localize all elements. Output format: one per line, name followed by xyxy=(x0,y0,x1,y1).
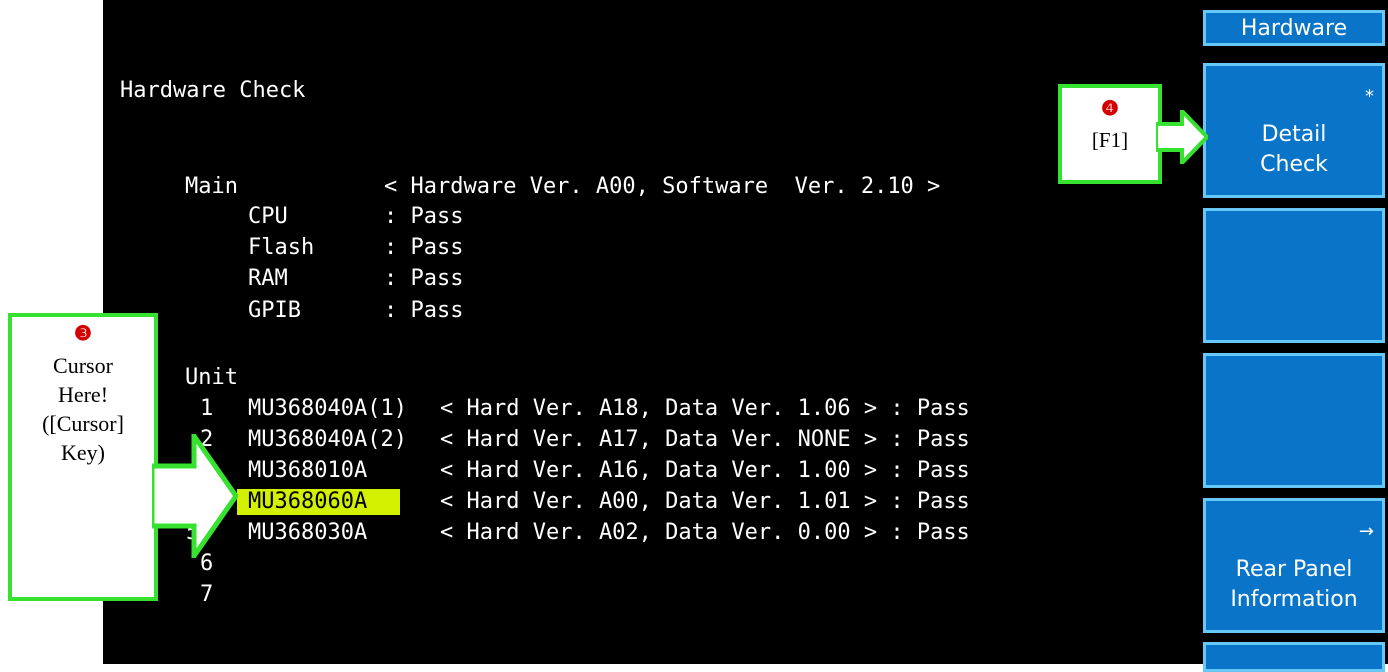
softkey-f2[interactable] xyxy=(1203,208,1385,343)
callout-step4-arrow xyxy=(1156,110,1208,164)
softkey-f4-line1: Rear Panel xyxy=(1235,557,1353,582)
unit-row-version: < Hard Ver. A00, Data Ver. 1.01 > : Pass xyxy=(440,489,970,514)
callout-step3-line1: Cursor xyxy=(53,353,113,378)
unit-row-number: 7 xyxy=(200,582,214,607)
main-version: < Hardware Ver. A00, Software Ver. 2.10 … xyxy=(384,174,941,199)
callout-step3-arrow xyxy=(152,434,238,558)
callout-step3-line4: Key) xyxy=(61,440,105,465)
main-item-name: GPIB xyxy=(248,298,301,323)
arrow-right-icon: → xyxy=(1358,521,1374,542)
softkey-f3[interactable] xyxy=(1203,353,1385,488)
unit-row-model[interactable]: MU368030A xyxy=(248,518,367,547)
softkey-f5[interactable] xyxy=(1203,642,1385,672)
asterisk-icon: * xyxy=(1365,86,1374,107)
unit-row-version: < Hard Ver. A02, Data Ver. 0.00 > : Pass xyxy=(440,520,970,545)
step-3-number-icon: ❸ xyxy=(74,323,92,345)
callout-step4-text: [F1] xyxy=(1091,128,1129,152)
softkey-f1-detail-check[interactable]: * Detail Check xyxy=(1203,63,1385,198)
softkey-f4-rear-panel-information[interactable]: → Rear Panel Information xyxy=(1203,498,1385,633)
unit-row-model[interactable]: MU368040A(2) xyxy=(248,425,407,454)
page-title: Hardware Check xyxy=(120,78,306,103)
unit-row-model[interactable]: MU368010A xyxy=(248,456,367,485)
softkey-header-hardware: Hardware xyxy=(1203,10,1385,46)
softkey-f1-line2: Check xyxy=(1260,152,1328,177)
callout-step3-line3: ([Cursor] xyxy=(42,411,124,436)
softkey-f1-line1: Detail xyxy=(1261,122,1327,147)
main-item-name: Flash xyxy=(248,235,315,260)
main-item-name: CPU xyxy=(248,204,288,229)
main-item-name: RAM xyxy=(248,266,288,291)
main-item-status: : Pass xyxy=(384,298,464,323)
main-label: Main xyxy=(185,174,238,199)
main-item-status: : Pass xyxy=(384,266,464,291)
callout-step4: ❹ [F1] xyxy=(1058,84,1162,184)
step-4-number-icon: ❹ xyxy=(1101,98,1119,120)
unit-row-number: 1 xyxy=(200,396,214,421)
unit-row-version: < Hard Ver. A18, Data Ver. 1.06 > : Pass xyxy=(440,396,970,421)
callout-step3: ❸ Cursor Here! ([Cursor] Key) xyxy=(8,313,158,601)
softkey-f4-line2: Information xyxy=(1230,587,1358,612)
callout-step3-line2: Here! xyxy=(57,382,109,407)
main-item-status: : Pass xyxy=(384,204,464,229)
unit-label: Unit xyxy=(185,365,238,390)
softkey-header-label: Hardware xyxy=(1240,16,1348,41)
main-item-status: : Pass xyxy=(384,235,464,260)
unit-row-model[interactable]: MU368040A(1) xyxy=(248,394,407,423)
unit-row-model-selected[interactable]: MU368060A xyxy=(248,487,367,516)
unit-row-version: < Hard Ver. A17, Data Ver. NONE > : Pass xyxy=(440,427,970,452)
unit-row-version: < Hard Ver. A16, Data Ver. 1.00 > : Pass xyxy=(440,458,970,483)
